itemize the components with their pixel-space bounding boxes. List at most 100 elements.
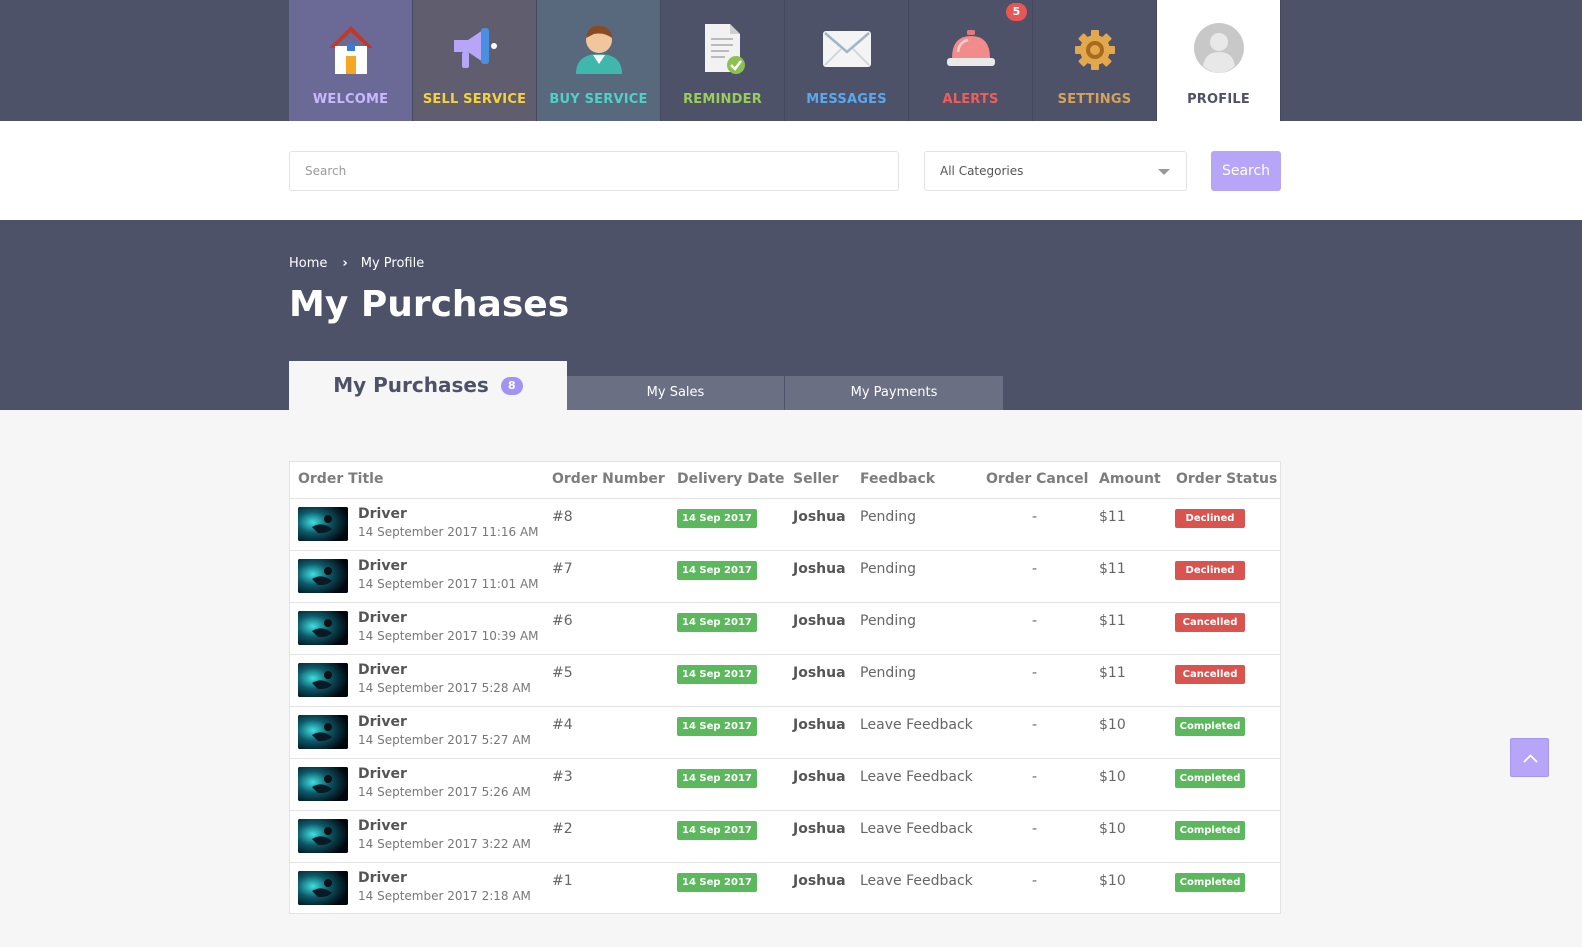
order-amount: $11	[1099, 561, 1126, 577]
bell-icon	[947, 30, 995, 66]
nav-label: ALERTS	[942, 92, 999, 107]
alerts-count-badge: 5	[1006, 3, 1027, 21]
order-thumbnail[interactable]	[298, 559, 348, 593]
seller-name[interactable]: Joshua	[793, 613, 846, 629]
nav-alerts[interactable]: 5 ALERTS	[909, 0, 1033, 121]
column-header: Order Status	[1176, 471, 1278, 487]
nav-label: PROFILE	[1187, 92, 1250, 107]
table-row[interactable]: Driver 14 September 2017 5:26 AM #3 14 Sep …	[290, 758, 1280, 810]
order-thumbnail[interactable]	[298, 871, 348, 905]
category-select[interactable]: All Categories	[924, 151, 1187, 191]
order-number: #7	[552, 561, 573, 577]
nav-welcome[interactable]: WELCOME	[289, 0, 413, 121]
order-status-badge: Cancelled	[1175, 665, 1245, 684]
nav-label: BUY SERVICE	[549, 92, 648, 107]
feedback-status[interactable]: Leave Feedback	[860, 873, 973, 889]
delivery-date-label: 14 Sep 2017	[677, 613, 757, 632]
nav-messages[interactable]: MESSAGES	[785, 0, 909, 121]
delivery-date-label: 14 Sep 2017	[677, 561, 757, 580]
table-row[interactable]: Driver 14 September 2017 3:22 AM #2 14 Sep …	[290, 810, 1280, 862]
order-cancel: -	[1032, 561, 1038, 577]
table-row[interactable]: Driver 14 September 2017 10:39 AM #6 14 Sep…	[290, 602, 1280, 654]
table-row[interactable]: Driver 14 September 2017 2:18 AM #1 14 Sep …	[290, 862, 1280, 914]
order-thumbnail[interactable]	[298, 611, 348, 645]
seller-name[interactable]: Joshua	[793, 509, 846, 525]
order-thumbnail[interactable]	[298, 715, 348, 749]
seller-name[interactable]: Joshua	[793, 665, 846, 681]
nav-profile[interactable]: PROFILE	[1157, 0, 1281, 121]
tab-label: My Purchases	[333, 373, 489, 397]
order-title-link[interactable]: Driver	[358, 662, 407, 678]
document-check-icon	[705, 24, 745, 74]
order-thumbnail[interactable]	[298, 507, 348, 541]
feedback-status[interactable]: Leave Feedback	[860, 821, 973, 837]
nav-label: WELCOME	[312, 92, 389, 107]
search-bar: All Categories Search	[0, 121, 1582, 220]
order-date: 14 September 2017 5:27 AM	[358, 733, 531, 747]
order-amount: $11	[1099, 509, 1126, 525]
page-header: Home › My Profile My Purchases My Purcha…	[0, 220, 1582, 410]
order-title-link[interactable]: Driver	[358, 558, 407, 574]
nav-label: REMINDER	[683, 92, 762, 107]
breadcrumb-home-link[interactable]: Home	[289, 256, 327, 271]
order-status-badge: Declined	[1175, 561, 1245, 580]
order-number: #2	[552, 821, 573, 837]
order-amount: $11	[1099, 613, 1126, 629]
order-date: 14 September 2017 3:22 AM	[358, 837, 531, 851]
tab-my-purchases[interactable]: My Purchases 8	[289, 361, 567, 410]
seller-name[interactable]: Joshua	[793, 821, 846, 837]
table-row[interactable]: Driver 14 September 2017 11:16 AM #8 14 Sep…	[290, 498, 1280, 550]
table-row[interactable]: Driver 14 September 2017 11:01 AM #7 14 Sep…	[290, 550, 1280, 602]
scroll-to-top-button[interactable]	[1510, 738, 1549, 777]
order-date: 14 September 2017 11:01 AM	[358, 577, 539, 591]
order-thumbnail[interactable]	[298, 767, 348, 801]
gear-icon	[1075, 30, 1115, 70]
order-title-link[interactable]: Driver	[358, 818, 407, 834]
table-row[interactable]: Driver 14 September 2017 5:27 AM #4 14 Sep …	[290, 706, 1280, 758]
nav-buy-service[interactable]: BUY SERVICE	[537, 0, 661, 121]
order-title-link[interactable]: Driver	[358, 870, 407, 886]
main-nav: WELCOME SELL SERVICE BUY SERVICE REMINDE…	[289, 0, 1281, 121]
table-row[interactable]: Driver 14 September 2017 5:28 AM #5 14 Sep …	[290, 654, 1280, 706]
feedback-status[interactable]: Leave Feedback	[860, 717, 973, 733]
feedback-status[interactable]: Leave Feedback	[860, 769, 973, 785]
nav-reminder[interactable]: REMINDER	[661, 0, 785, 121]
seller-name[interactable]: Joshua	[793, 873, 846, 889]
column-header: Order Number	[552, 471, 665, 487]
megaphone-icon	[454, 28, 497, 68]
top-navbar: WELCOME SELL SERVICE BUY SERVICE REMINDE…	[0, 0, 1582, 121]
order-date: 14 September 2017 11:16 AM	[358, 525, 539, 539]
column-header: Amount	[1099, 471, 1161, 487]
seller-name[interactable]: Joshua	[793, 769, 846, 785]
breadcrumb-current: My Profile	[360, 256, 425, 271]
feedback-status: Pending	[860, 613, 916, 629]
envelope-icon	[823, 31, 871, 67]
seller-name[interactable]: Joshua	[793, 717, 846, 733]
search-button[interactable]: Search	[1211, 151, 1281, 191]
tab-my-sales[interactable]: My Sales	[567, 376, 784, 410]
order-amount: $10	[1099, 717, 1126, 733]
order-title-link[interactable]: Driver	[358, 610, 407, 626]
order-title-link[interactable]: Driver	[358, 506, 407, 522]
order-status-badge: Cancelled	[1175, 613, 1245, 632]
nav-sell-service[interactable]: SELL SERVICE	[413, 0, 537, 121]
order-cancel: -	[1032, 873, 1038, 889]
order-date: 14 September 2017 2:18 AM	[358, 889, 531, 903]
order-title-link[interactable]: Driver	[358, 714, 407, 730]
order-thumbnail[interactable]	[298, 663, 348, 697]
order-status-badge: Completed	[1175, 873, 1245, 892]
nav-settings[interactable]: SETTINGS	[1033, 0, 1157, 121]
order-date: 14 September 2017 5:28 AM	[358, 681, 531, 695]
order-title-link[interactable]: Driver	[358, 766, 407, 782]
chevron-down-icon	[1158, 169, 1170, 175]
search-input[interactable]	[289, 151, 899, 191]
order-thumbnail[interactable]	[298, 819, 348, 853]
seller-name[interactable]: Joshua	[793, 561, 846, 577]
column-header: Order Title	[298, 471, 384, 487]
breadcrumb: Home › My Profile	[289, 256, 424, 271]
tab-my-payments[interactable]: My Payments	[785, 376, 1003, 410]
delivery-date-label: 14 Sep 2017	[677, 769, 757, 788]
user-icon	[576, 25, 622, 74]
order-status-badge: Completed	[1175, 821, 1245, 840]
order-cancel: -	[1032, 821, 1038, 837]
